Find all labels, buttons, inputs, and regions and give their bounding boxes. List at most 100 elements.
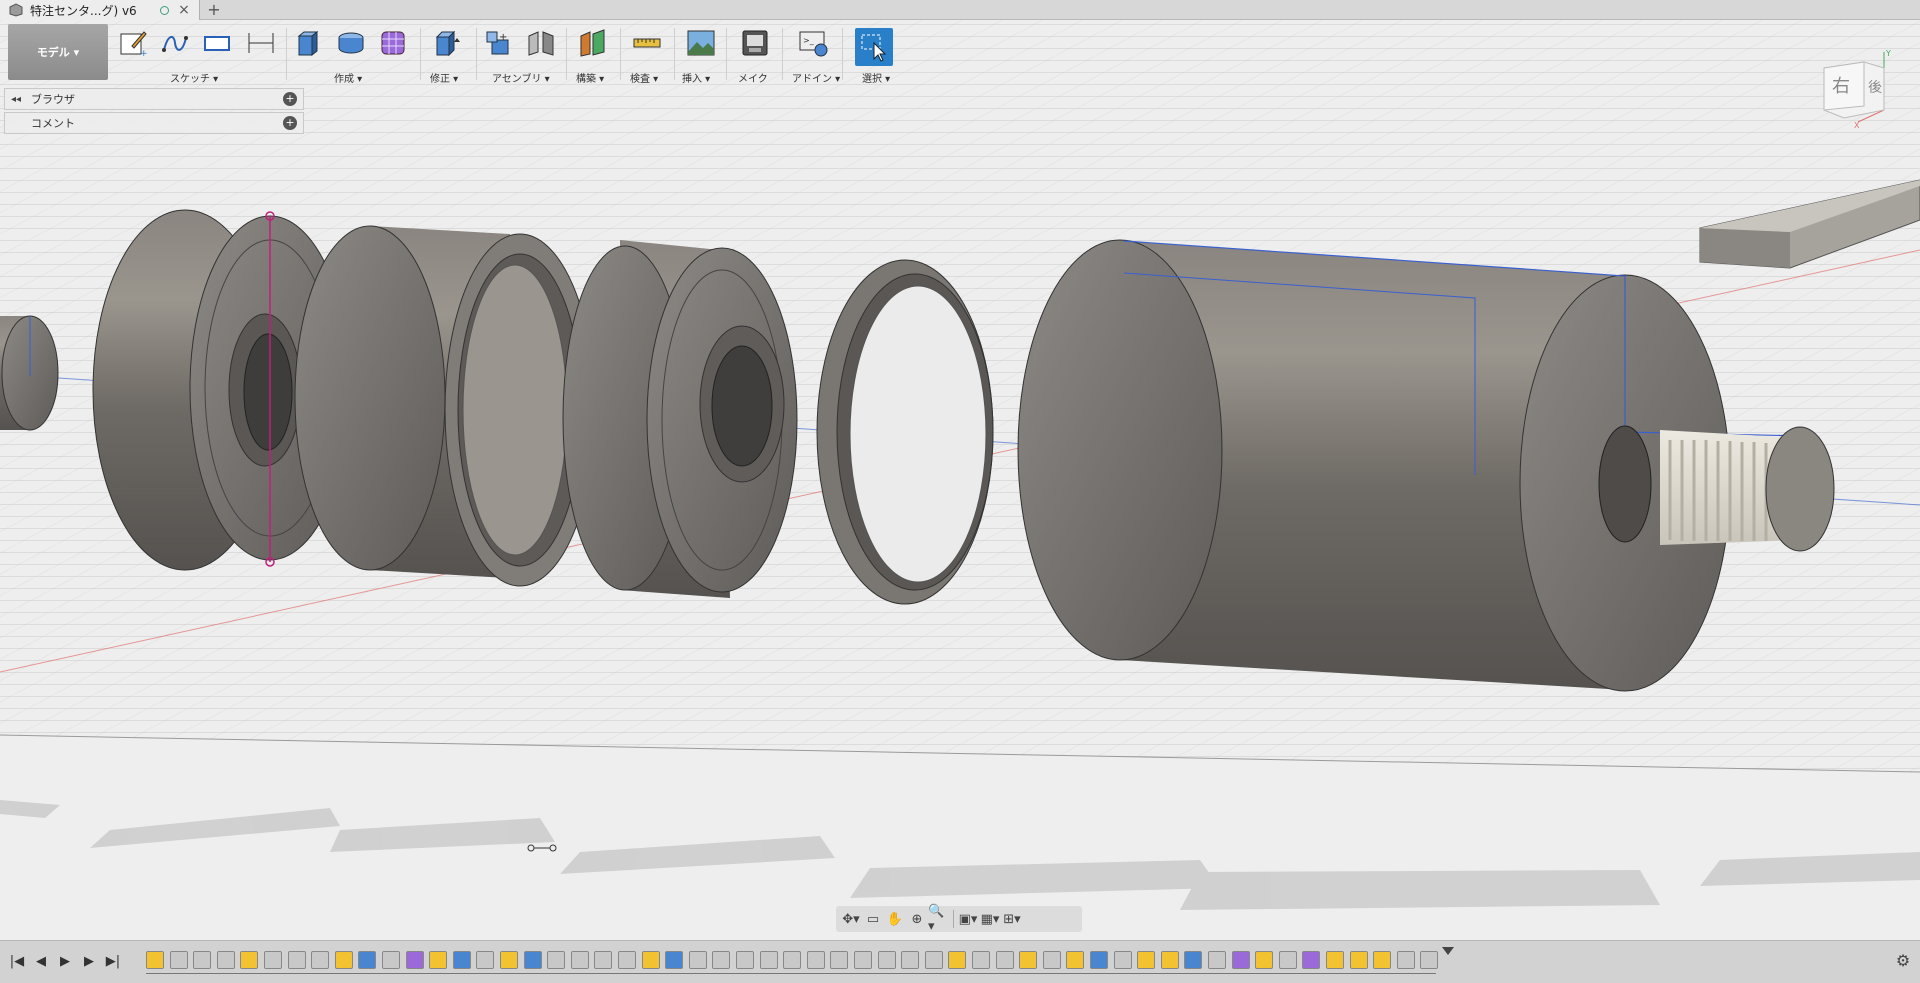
timeline-feature[interactable] <box>1255 951 1274 969</box>
pan-icon[interactable]: ✋ <box>884 909 906 929</box>
joint-icon[interactable] <box>524 26 558 60</box>
scripts-icon[interactable]: >_ <box>796 26 830 60</box>
comments-panel-header[interactable]: コメント + <box>4 112 304 134</box>
timeline-feature[interactable] <box>1349 951 1368 969</box>
timeline-feature[interactable] <box>193 951 212 969</box>
timeline-feature[interactable] <box>688 951 707 969</box>
grid-icon[interactable]: ▦▾ <box>979 909 1001 929</box>
new-tab-button[interactable]: + <box>204 0 224 20</box>
timeline-feature[interactable] <box>1373 951 1392 969</box>
timeline-feature[interactable] <box>806 951 825 969</box>
timeline-feature[interactable] <box>570 951 589 969</box>
timeline-feature[interactable] <box>1019 951 1038 969</box>
timeline-feature[interactable] <box>1278 951 1297 969</box>
new-component-icon[interactable]: + <box>482 26 516 60</box>
assemble-menu[interactable]: アセンブリ ▾ <box>492 70 550 85</box>
orbit-icon[interactable]: ✥▾ <box>840 909 862 929</box>
timeline-feature[interactable] <box>783 951 802 969</box>
extrude-icon[interactable] <box>292 26 326 60</box>
timeline-feature[interactable] <box>1090 951 1108 969</box>
timeline-feature[interactable] <box>1326 951 1344 969</box>
sketch-menu[interactable]: スケッチ ▾ <box>170 70 218 85</box>
timeline-feature[interactable] <box>264 951 282 969</box>
display-settings-icon[interactable]: ▣▾ <box>957 909 979 929</box>
timeline-feature[interactable] <box>169 951 188 969</box>
fit-icon[interactable]: 🔍▾ <box>928 904 950 934</box>
timeline-feature[interactable] <box>759 951 778 969</box>
insert-menu[interactable]: 挿入 ▾ <box>682 70 710 85</box>
timeline-feature[interactable] <box>1066 951 1085 969</box>
create-sketch-icon[interactable]: + <box>116 26 150 60</box>
timeline-feature[interactable] <box>1208 951 1226 969</box>
timeline-feature[interactable] <box>452 951 471 969</box>
timeline-feature[interactable] <box>618 951 636 969</box>
document-tab[interactable]: 特注センタ...グ) v6 × <box>0 0 200 20</box>
timeline-feature[interactable] <box>146 951 164 969</box>
timeline-feature[interactable] <box>476 951 495 969</box>
timeline-feature[interactable] <box>948 951 967 969</box>
timeline-track[interactable] <box>146 947 1454 975</box>
timeline-feature[interactable] <box>972 951 990 969</box>
timeline-feature[interactable] <box>1184 951 1203 969</box>
create-menu[interactable]: 作成 ▾ <box>334 70 362 85</box>
timeline-feature[interactable] <box>523 951 542 969</box>
timeline-feature[interactable] <box>1160 951 1179 969</box>
form-icon[interactable] <box>376 26 410 60</box>
timeline-marker[interactable] <box>1442 947 1454 955</box>
timeline-feature[interactable] <box>641 951 660 969</box>
spline-icon[interactable] <box>158 26 192 60</box>
timeline-play-icon[interactable]: ▶ <box>54 950 76 972</box>
timeline-feature[interactable] <box>1042 951 1061 969</box>
make-menu[interactable]: メイク <box>738 70 768 85</box>
dimension-icon[interactable] <box>244 26 278 60</box>
timeline-feature[interactable] <box>311 951 330 969</box>
viewports-icon[interactable]: ⊞▾ <box>1001 909 1023 929</box>
viewcube-side-face[interactable]: 後 <box>1868 80 1882 96</box>
timeline-feature[interactable] <box>854 951 872 969</box>
timeline-feature[interactable] <box>736 951 754 969</box>
timeline-next-icon[interactable]: ▶ <box>78 950 100 972</box>
timeline-feature[interactable] <box>334 951 353 969</box>
insert-image-icon[interactable] <box>684 26 718 60</box>
select-menu[interactable]: 選択 ▾ <box>862 70 890 85</box>
timeline-feature[interactable] <box>1396 951 1415 969</box>
close-tab-icon[interactable]: × <box>177 2 191 18</box>
3d-viewport[interactable] <box>0 0 1920 983</box>
viewcube[interactable]: 右 後 Y X <box>1818 48 1898 128</box>
timeline-feature[interactable] <box>216 951 235 969</box>
timeline-feature[interactable] <box>1231 951 1250 969</box>
timeline-feature[interactable] <box>382 951 400 969</box>
timeline-previous-icon[interactable]: ◀ <box>30 950 52 972</box>
addins-menu[interactable]: アドイン ▾ <box>792 70 840 85</box>
timeline-feature[interactable] <box>712 951 731 969</box>
timeline-feature[interactable] <box>1420 951 1439 969</box>
zoom-icon[interactable]: ⊕ <box>906 909 928 929</box>
timeline-feature[interactable] <box>405 951 424 969</box>
inspect-menu[interactable]: 検査 ▾ <box>630 70 658 85</box>
timeline-feature[interactable] <box>901 951 920 969</box>
measure-icon[interactable] <box>630 26 664 60</box>
press-pull-icon[interactable] <box>430 26 464 60</box>
timeline-feature[interactable] <box>830 951 849 969</box>
timeline-feature[interactable] <box>1137 951 1156 969</box>
timeline-first-icon[interactable]: |◀ <box>6 950 28 972</box>
expand-browser-icon[interactable]: + <box>283 92 297 106</box>
browser-panel-header[interactable]: ◂◂ ブラウザ + <box>4 88 304 110</box>
revolve-icon[interactable] <box>334 26 368 60</box>
timeline-feature[interactable] <box>429 951 448 969</box>
timeline-settings-icon[interactable]: ⚙ <box>1892 951 1914 973</box>
look-at-icon[interactable]: ▭ <box>862 909 884 929</box>
select-icon[interactable] <box>855 28 893 66</box>
make-icon[interactable] <box>738 26 772 60</box>
timeline-feature[interactable] <box>995 951 1014 969</box>
timeline-feature[interactable] <box>924 951 943 969</box>
viewcube-front-face[interactable]: 右 <box>1832 76 1850 97</box>
offset-plane-icon[interactable] <box>576 26 610 60</box>
timeline-feature[interactable] <box>287 951 306 969</box>
modify-menu[interactable]: 修正 ▾ <box>430 70 458 85</box>
timeline-feature[interactable] <box>594 951 613 969</box>
timeline-feature[interactable] <box>1302 951 1321 969</box>
rectangle-icon[interactable] <box>200 26 234 60</box>
timeline-feature[interactable] <box>665 951 684 969</box>
timeline-feature[interactable] <box>500 951 518 969</box>
